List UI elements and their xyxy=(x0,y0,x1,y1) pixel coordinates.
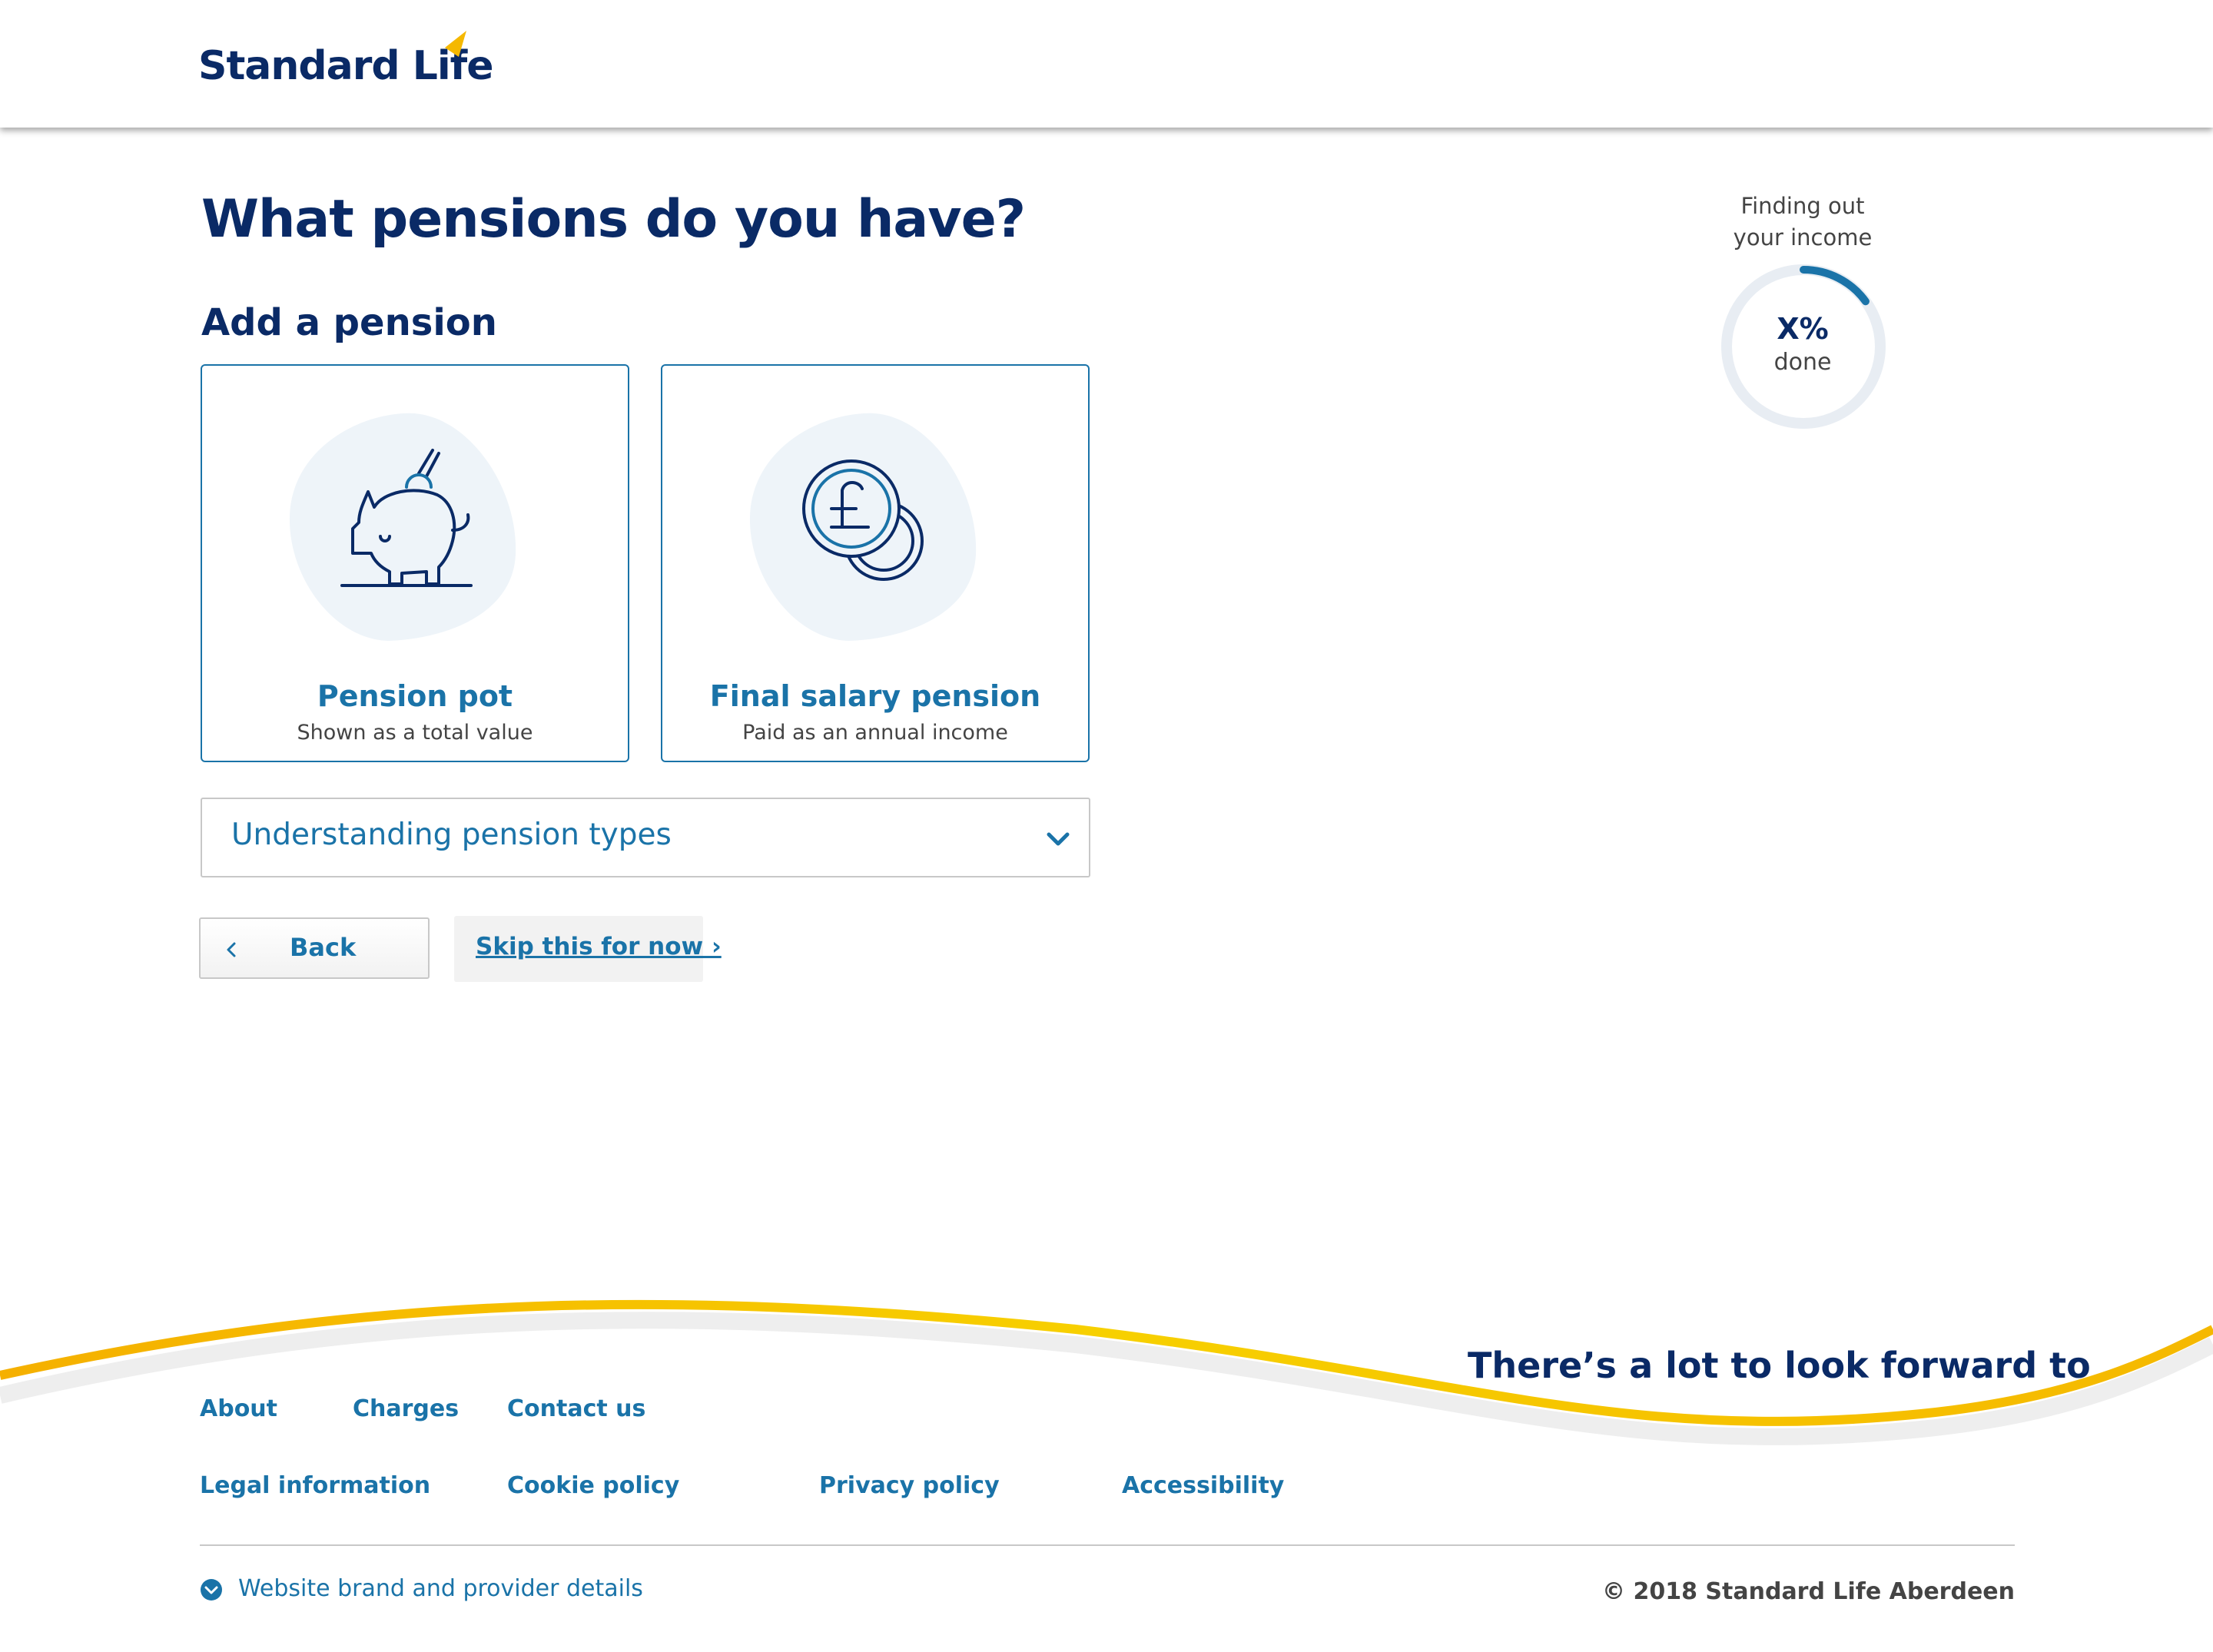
copyright-notice: © 2018 Standard Life Aberdeen xyxy=(1602,1578,2015,1605)
card-subtitle: Paid as an annual income xyxy=(742,721,1008,745)
chevron-down-icon xyxy=(1047,832,1070,846)
footer-link-contact-us[interactable]: Contact us xyxy=(507,1395,645,1422)
skip-button-label: Skip this for now › xyxy=(476,933,722,960)
progress-label-text: Finding out your income xyxy=(1733,193,1873,250)
page-title: What pensions do you have? xyxy=(201,189,1026,250)
footer-link-about[interactable]: About xyxy=(200,1395,277,1422)
back-button[interactable]: Back xyxy=(199,917,430,979)
pound-coin-icon xyxy=(802,459,924,581)
footer-link-charges[interactable]: Charges xyxy=(353,1395,459,1422)
logo-flash-icon xyxy=(445,31,466,57)
footer-link-privacy-policy[interactable]: Privacy policy xyxy=(819,1472,1000,1499)
accordion-label: Understanding pension types xyxy=(231,818,672,852)
standard-life-logo[interactable]: Standard Life xyxy=(198,31,494,97)
footer-link-legal-information[interactable]: Legal information xyxy=(200,1472,430,1499)
chevron-down-circle-icon xyxy=(201,1579,222,1601)
site-header: Standard Life xyxy=(0,0,2213,128)
final-salary-pension-card[interactable]: Final salary pension Paid as an annual i… xyxy=(661,364,1090,762)
progress-unit: done xyxy=(1773,349,1832,376)
pension-pot-card[interactable]: Pension pot Shown as a total value xyxy=(201,364,629,762)
provider-details-label: Website brand and provider details xyxy=(238,1575,643,1602)
skip-for-now-button[interactable]: Skip this for now › xyxy=(454,916,722,982)
footer-tagline: There’s a lot to look forward to xyxy=(1468,1345,2091,1386)
card-subtitle: Shown as a total value xyxy=(297,721,533,745)
footer-link-cookie-policy[interactable]: Cookie policy xyxy=(507,1472,679,1499)
chevron-left-icon xyxy=(227,942,236,957)
progress-value: X% xyxy=(1777,312,1829,346)
footer-divider xyxy=(200,1544,2015,1546)
back-button-label: Back xyxy=(290,933,357,962)
card-title: Pension pot xyxy=(317,679,513,713)
card-title: Final salary pension xyxy=(709,679,1041,713)
progress-label: Finding out your income xyxy=(1687,191,1918,254)
section-title: Add a pension xyxy=(201,301,497,344)
understanding-pension-types-accordion[interactable]: Understanding pension types xyxy=(201,798,1090,877)
footer-link-accessibility[interactable]: Accessibility xyxy=(1122,1472,1284,1499)
progress-ring xyxy=(1721,264,1886,429)
progress-indicator: Finding out your income X% done xyxy=(1687,191,1918,444)
footer-wave-decoration xyxy=(0,1299,2213,1445)
piggy-bank-icon xyxy=(340,449,473,587)
